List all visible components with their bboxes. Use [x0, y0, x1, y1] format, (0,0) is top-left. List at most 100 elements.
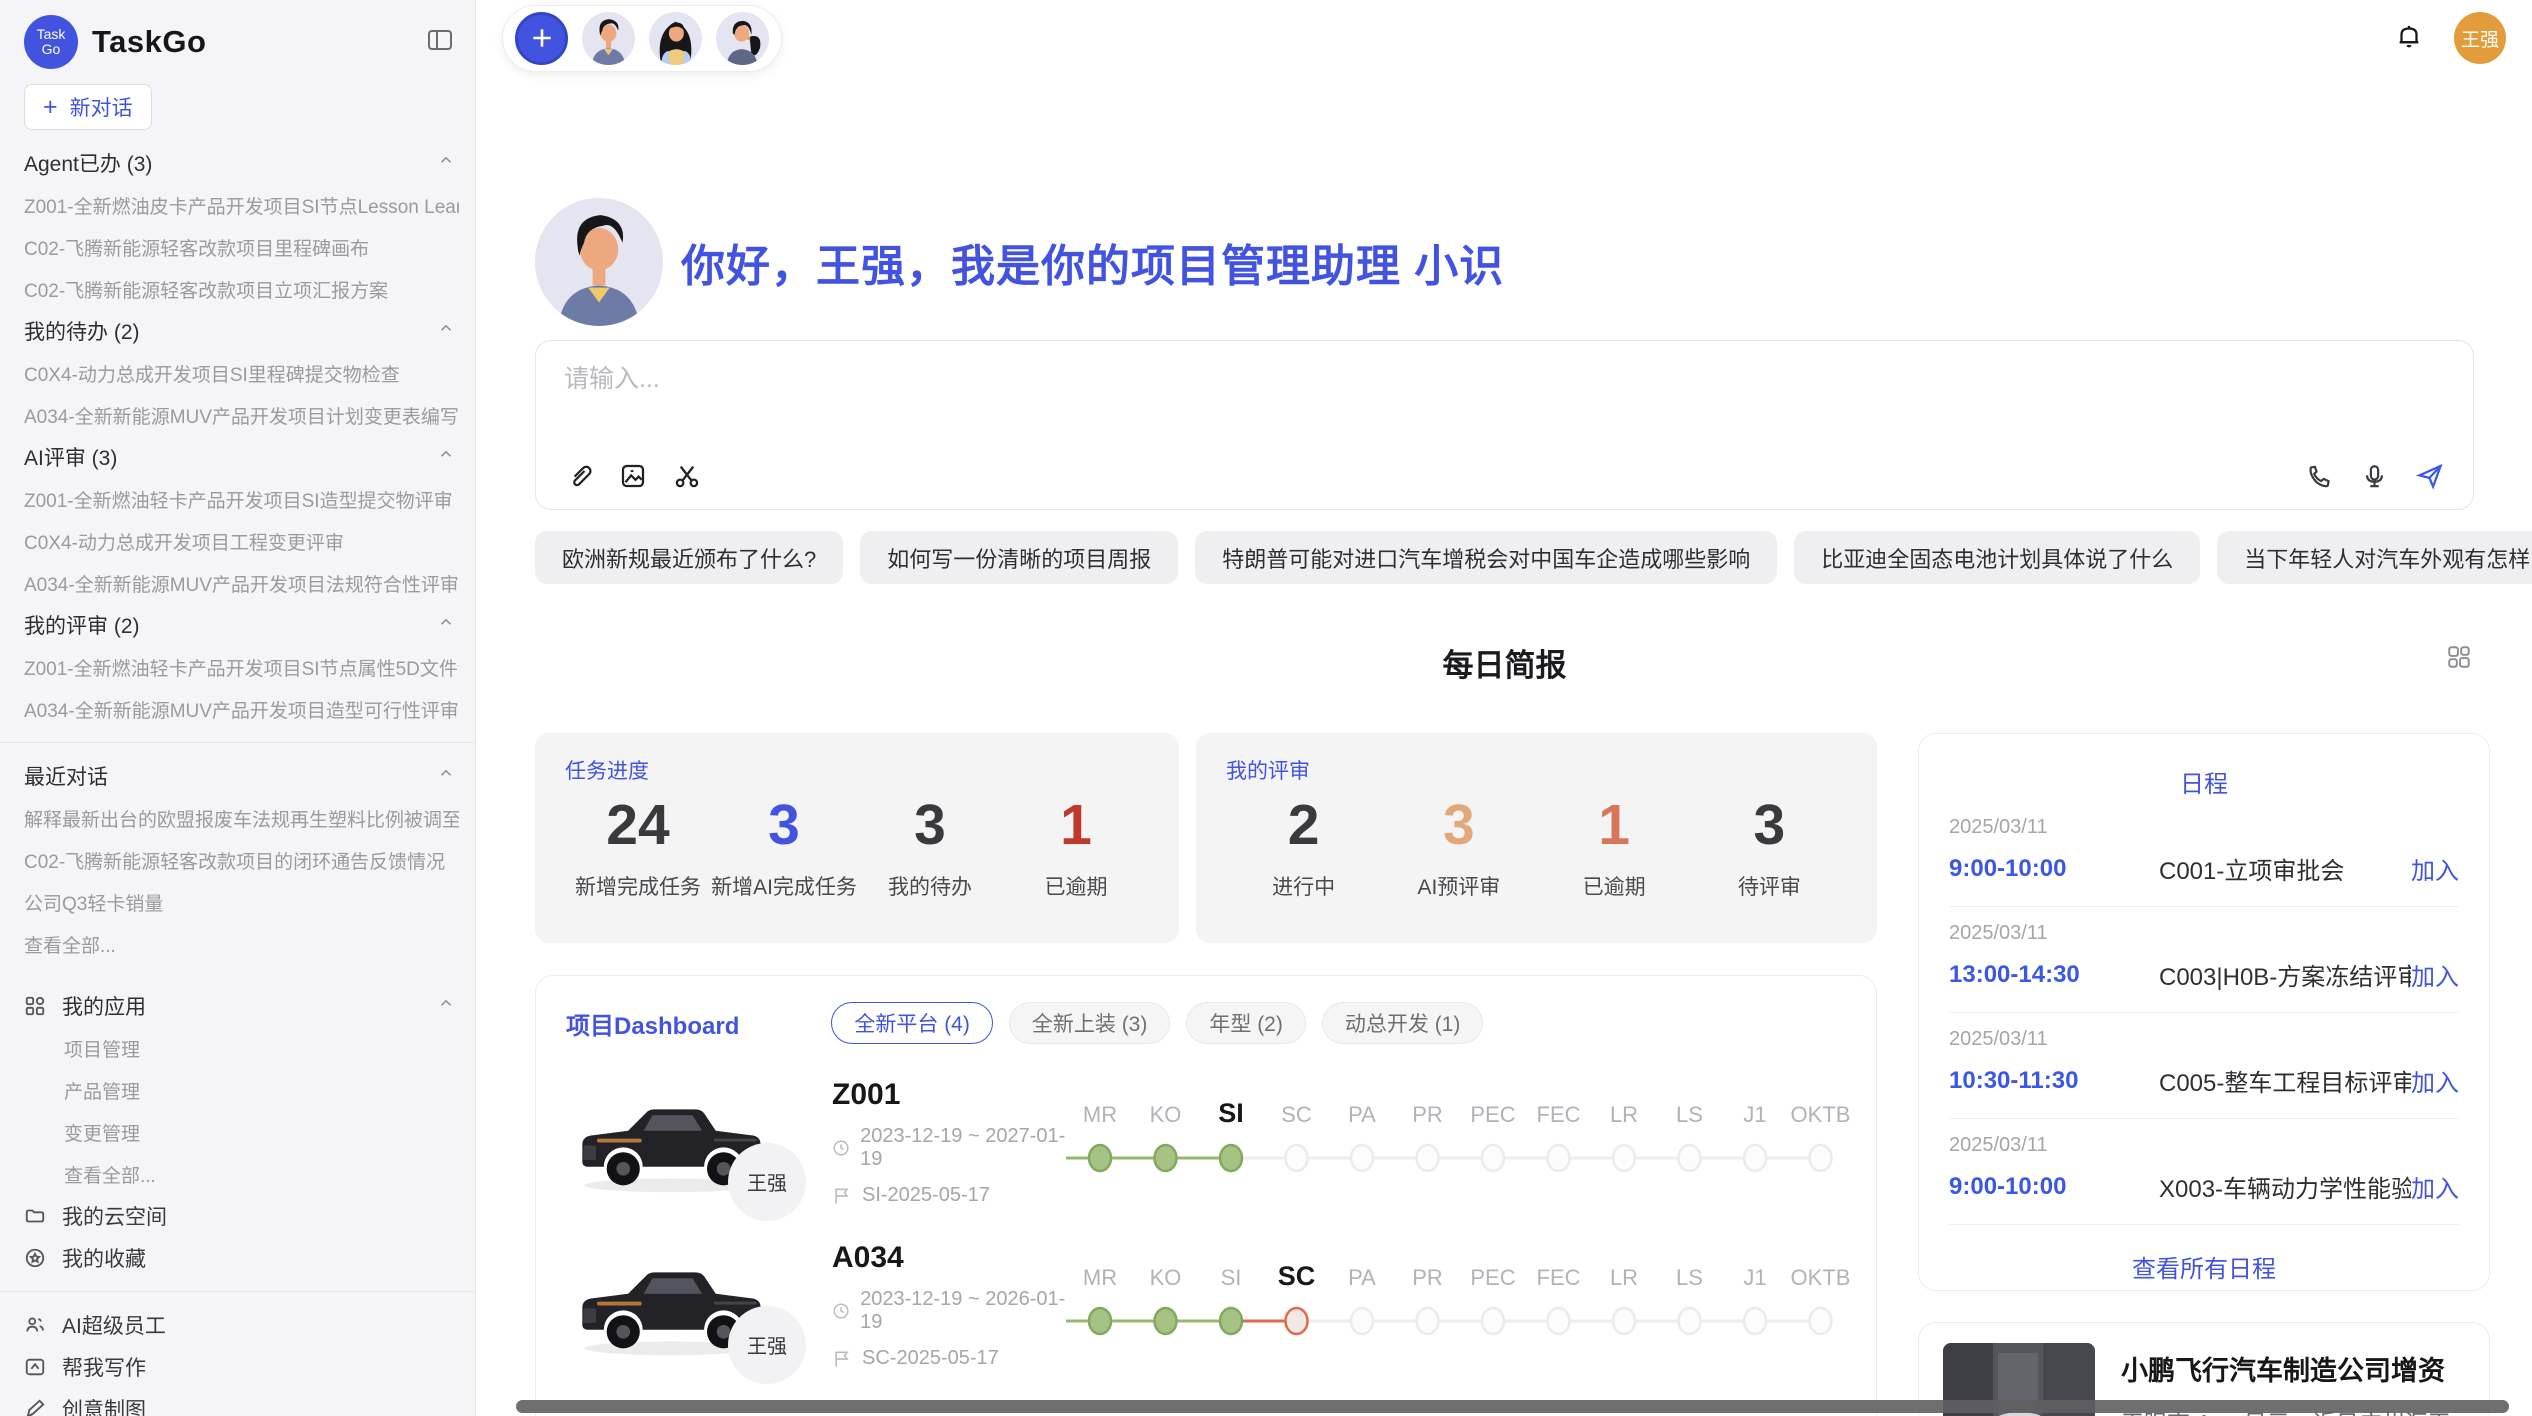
scissors-icon[interactable]	[672, 461, 702, 491]
project-owner-badge: 王强	[728, 1143, 806, 1221]
team-member-avatar[interactable]	[716, 12, 769, 65]
send-icon[interactable]	[2415, 461, 2445, 491]
team-member-avatar[interactable]	[649, 12, 702, 65]
section-agent-done[interactable]: Agent已办 (3)	[24, 142, 459, 184]
svg-text:PA: PA	[1348, 1265, 1376, 1290]
stat-grid: 24 新增完成任务 3 新增AI完成任务 3 我的待办	[565, 793, 1149, 901]
schedule-line: 10:30-11:30 C005-整车工程目标评审 加入	[1949, 1063, 2459, 1098]
conversation-item[interactable]: C02-飞腾新能源轻客改款项目立项汇报方案	[24, 268, 459, 310]
app-title: TaskGo	[92, 24, 206, 60]
dashboard-title: 项目Dashboard	[566, 1006, 739, 1041]
conversation-item[interactable]: C0X4-动力总成开发项目SI里程碑提交物检查	[24, 352, 459, 394]
chevron-up-icon[interactable]	[437, 319, 455, 343]
conversation-item[interactable]: C02-飞腾新能源轻客改款项目里程碑画布	[24, 226, 459, 268]
chevron-up-icon[interactable]	[437, 613, 455, 637]
section-my-todo[interactable]: 我的待办 (2)	[24, 310, 459, 352]
notification-bell-icon[interactable]	[2394, 21, 2424, 56]
tab-new-body[interactable]: 全新上装 (3)	[1009, 1002, 1171, 1044]
project-media: 王强	[566, 1079, 814, 1207]
stat-value: 24	[565, 793, 711, 859]
layout-grid-icon[interactable]	[2446, 644, 2472, 675]
app-item-project-mgmt[interactable]: 项目管理	[24, 1027, 459, 1069]
tab-all-new-platform[interactable]: 全新平台 (4)	[831, 1002, 993, 1044]
conversation-item[interactable]: Z001-全新燃油轻卡产品开发项目SI造型提交物评审	[24, 478, 459, 520]
schedule-item: 2025/03/11 13:00-14:30 C003|H0B-方案冻结评审 加…	[1949, 907, 2459, 1013]
image-icon[interactable]	[618, 461, 648, 491]
join-link[interactable]: 加入	[2411, 957, 2459, 992]
main-area: 王强 你好，王强，我是你的项目管理助理 小识	[476, 0, 2532, 1416]
chevron-up-icon[interactable]	[437, 445, 455, 469]
conversation-item[interactable]: 公司Q3轻卡销量	[24, 881, 459, 923]
view-all-apps[interactable]: 查看全部...	[24, 1153, 459, 1195]
mic-icon[interactable]	[2360, 462, 2389, 491]
conversation-item[interactable]: A034-全新新能源MUV产品开发项目造型可行性评审	[24, 688, 459, 730]
conversation-item[interactable]: 解释最新出台的欧盟报废车法规再生塑料比例被调至15%...	[24, 797, 459, 839]
section-recent-chats[interactable]: 最近对话	[24, 755, 459, 797]
conversation-item[interactable]: Z001-全新燃油皮卡产品开发项目SI节点Lesson Learn报告	[24, 184, 459, 226]
stat-in-progress: 2 进行中	[1226, 793, 1381, 901]
sidebar-item-favorites[interactable]: 我的收藏	[24, 1237, 459, 1279]
right-column: 日程 2025/03/11 9:00-10:00 C001-立项审批会 加入 2…	[1918, 733, 2490, 1416]
suggestion-chip[interactable]: 比亚迪全固态电池计划具体说了什么	[1794, 531, 2200, 584]
suggestion-chip[interactable]: 欧洲新规最近颁布了什么?	[535, 531, 843, 584]
input-toolbar	[564, 461, 2445, 491]
section-my-review[interactable]: 我的评审 (2)	[24, 604, 459, 646]
suggestion-chip[interactable]: 如何写一份清晰的项目周报	[860, 531, 1178, 584]
new-chat-button[interactable]: + 新对话	[24, 84, 152, 130]
app-logo: Task Go	[24, 15, 78, 69]
project-flag: SI-2025-05-17	[832, 1184, 1066, 1207]
sidebar-item-help-me-write[interactable]: 帮我写作	[24, 1346, 459, 1388]
sidebar-item-creative-drawing[interactable]: 创意制图	[24, 1388, 459, 1416]
join-link[interactable]: 加入	[2411, 1063, 2459, 1098]
sidebar-header: Task Go TaskGo	[24, 0, 459, 84]
suggestion-chip[interactable]: 当下年轻人对汽车外观有怎样的喜好趋势	[2217, 531, 2532, 584]
greeting-row: 你好，王强，我是你的项目管理助理 小识	[535, 198, 2474, 326]
section-my-apps[interactable]: 我的应用	[24, 985, 459, 1027]
chevron-up-icon[interactable]	[437, 994, 455, 1018]
suggestion-chip[interactable]: 特朗普可能对进口汽车增税会对中国车企造成哪些影响	[1195, 531, 1777, 584]
project-row[interactable]: 王强 Z001 2023-12-19 ~ 2027-01-19	[566, 1078, 1846, 1207]
chat-input[interactable]	[564, 365, 2445, 394]
tab-year-model[interactable]: 年型 (2)	[1186, 1002, 1306, 1044]
section-ai-review[interactable]: AI评审 (3)	[24, 436, 459, 478]
sidebar-collapse-icon[interactable]	[427, 28, 453, 57]
briefing-columns: 任务进度 24 新增完成任务 3 新增AI完成任务	[535, 733, 2474, 1416]
team-member-avatar[interactable]	[582, 12, 635, 65]
stat-grid: 2 进行中 3 AI预评审 1 已逾期	[1226, 793, 1847, 901]
add-member-button[interactable]	[515, 12, 568, 65]
phone-icon[interactable]	[2305, 462, 2334, 491]
sidebar-item-cloud-space[interactable]: 我的云空间	[24, 1195, 459, 1237]
project-row[interactable]: 王强 A034 2023-12-19 ~ 2026-01-19	[566, 1241, 1846, 1370]
view-all-chats[interactable]: 查看全部...	[24, 923, 459, 965]
schedule-date: 2025/03/11	[1949, 816, 2459, 839]
conversation-item[interactable]: Z001-全新燃油轻卡产品开发项目SI节点属性5D文件评审	[24, 646, 459, 688]
app-item-product-mgmt[interactable]: 产品管理	[24, 1069, 459, 1111]
clock-icon	[832, 1301, 850, 1321]
conversation-item[interactable]: A034-全新新能源MUV产品开发项目法规符合性评审	[24, 562, 459, 604]
user-avatar[interactable]: 王强	[2454, 12, 2506, 64]
star-badge-icon	[24, 1247, 46, 1269]
conversation-item[interactable]: C0X4-动力总成开发项目工程变更评审	[24, 520, 459, 562]
svg-text:KO: KO	[1150, 1265, 1182, 1290]
sidebar-divider	[0, 1291, 476, 1292]
chevron-up-icon[interactable]	[437, 151, 455, 175]
conversation-item[interactable]: A034-全新新能源MUV产品开发项目计划变更表编写	[24, 394, 459, 436]
app-item-change-mgmt[interactable]: 变更管理	[24, 1111, 459, 1153]
stat-value: 3	[1692, 793, 1847, 859]
section-title: 最近对话	[24, 761, 108, 791]
join-link[interactable]: 加入	[2411, 851, 2459, 886]
dashboard-header: 项目Dashboard 全新平台 (4) 全新上装 (3) 年型 (2) 动总开…	[566, 1002, 1846, 1044]
flag-icon	[832, 1349, 852, 1369]
attachment-icon[interactable]	[564, 461, 594, 491]
svg-text:PEC: PEC	[1470, 1102, 1515, 1127]
conversation-item[interactable]: C02-飞腾新能源轻客改款项目的闭环通告反馈情况	[24, 839, 459, 881]
view-all-schedule-link[interactable]: 查看所有日程	[1949, 1225, 2459, 1284]
tab-powertrain-dev[interactable]: 动总开发 (1)	[1322, 1002, 1484, 1044]
join-link[interactable]: 加入	[2411, 1169, 2459, 1204]
sidebar-item-ai-super-staff[interactable]: AI超级员工	[24, 1304, 459, 1346]
svg-text:LS: LS	[1676, 1265, 1703, 1290]
card-title: 任务进度	[565, 755, 1149, 785]
svg-text:MR: MR	[1083, 1102, 1117, 1127]
chevron-up-icon[interactable]	[437, 764, 455, 788]
horizontal-scrollbar[interactable]	[516, 1400, 2509, 1413]
